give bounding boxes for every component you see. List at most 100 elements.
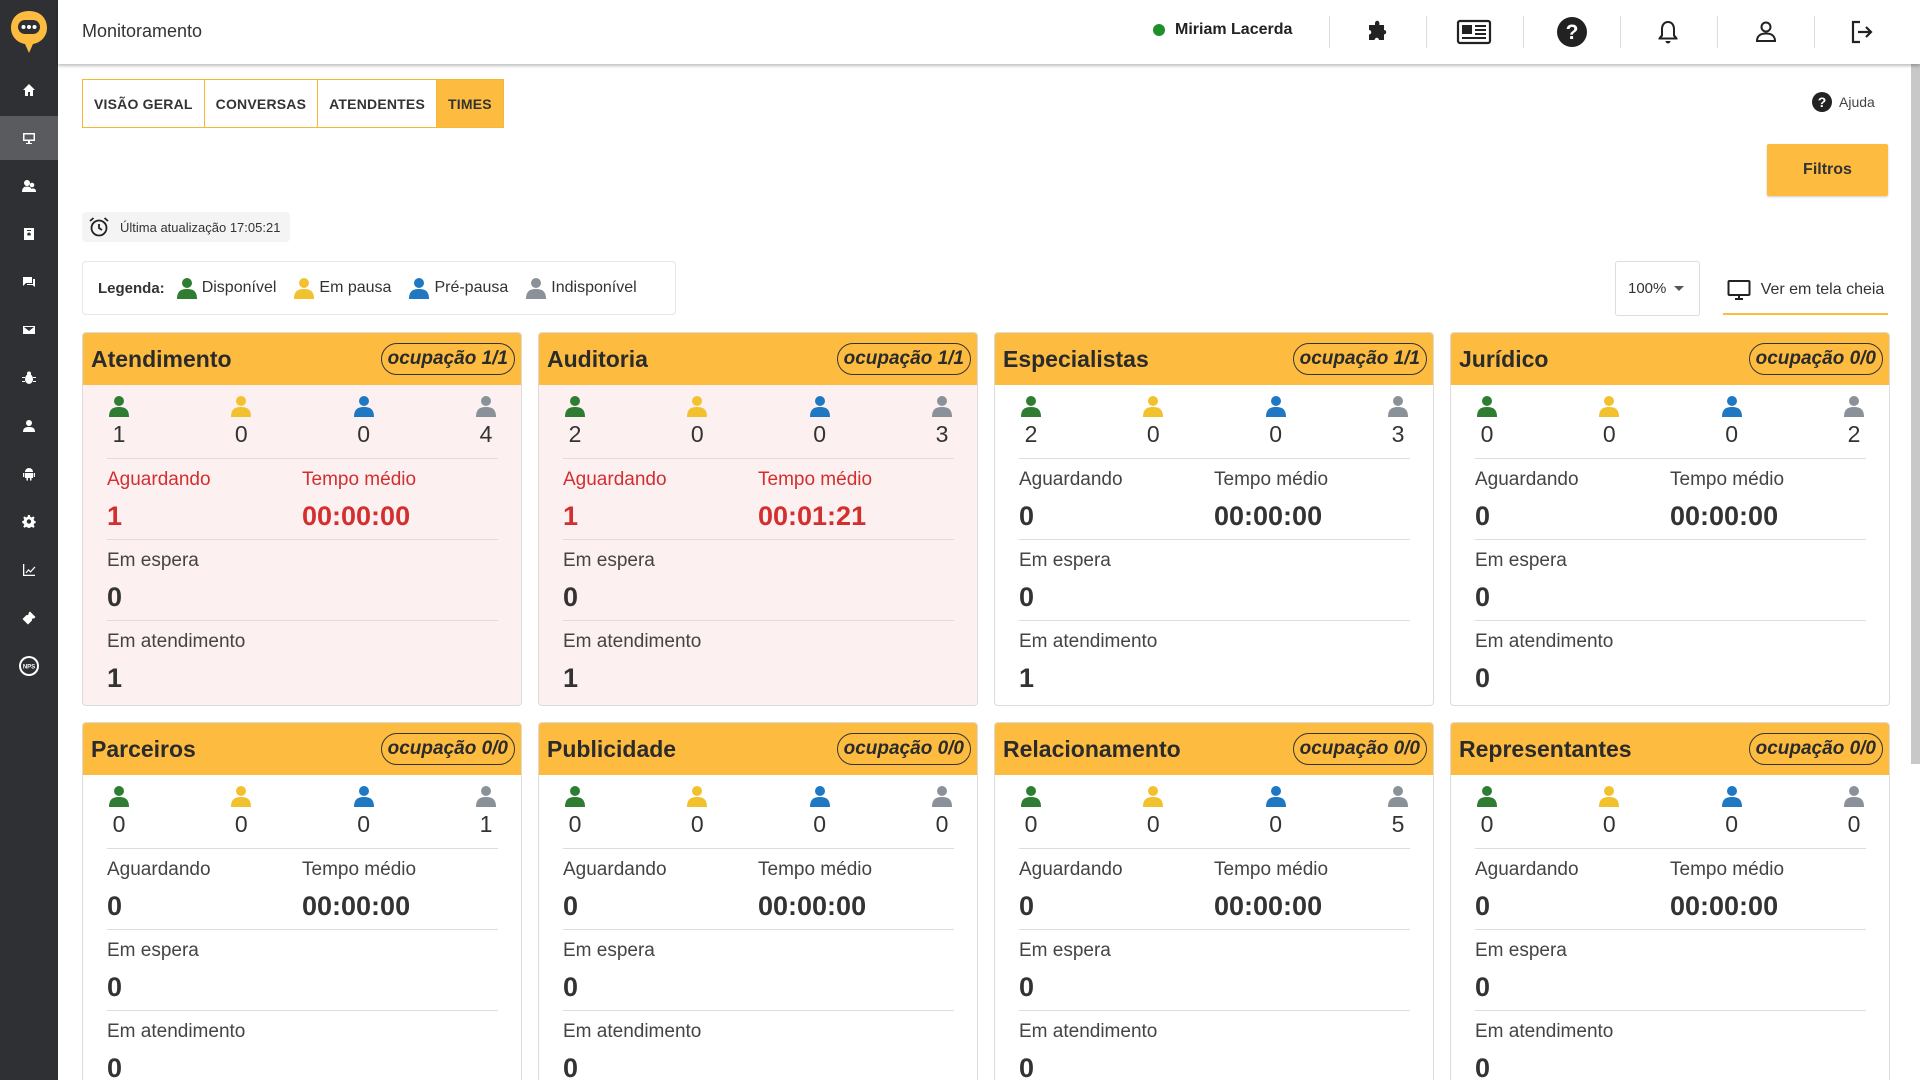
- agents-paused: 0: [1141, 395, 1165, 458]
- in-service-value: 0: [107, 1053, 123, 1080]
- sidebar-item-settings[interactable]: [0, 500, 58, 544]
- help-label: Ajuda: [1839, 94, 1875, 110]
- team-card-header: Auditoria ocupação 1/1: [539, 333, 977, 385]
- user-status[interactable]: Miriam Lacerda: [1153, 21, 1292, 39]
- zoom-select[interactable]: 100%: [1615, 261, 1700, 316]
- agents-unavailable-count: 5: [1391, 811, 1405, 837]
- legend-item-available: Disponível: [176, 277, 276, 299]
- team-card: Especialistas ocupação 1/1 2 0 0 3 Aguar…: [994, 332, 1434, 706]
- agent-status-counts: 2 0 0 3: [1019, 385, 1410, 459]
- alarm-clock-icon: [89, 217, 109, 237]
- avg-time-label: Tempo médio: [1214, 469, 1329, 490]
- sidebar-item-users[interactable]: [0, 404, 58, 448]
- on-hold-metric: Em espera 0: [107, 930, 302, 1010]
- user-available-icon: [1477, 396, 1497, 417]
- profile-button[interactable]: [1748, 14, 1784, 50]
- on-hold-label: Em espera: [563, 550, 655, 571]
- help-circle-button[interactable]: ?: [1554, 14, 1590, 50]
- in-service-metric: Em atendimento 0: [1475, 1011, 1670, 1080]
- in-service-value: 0: [1475, 663, 1491, 693]
- sidebar-item-bots[interactable]: [0, 452, 58, 496]
- help-link[interactable]: ? Ajuda: [1812, 92, 1875, 112]
- agents-available-count: 1: [112, 421, 126, 447]
- zoom-value: 100%: [1628, 280, 1667, 297]
- user-unavailable-icon: [1843, 786, 1864, 807]
- agents-unavailable-count: 4: [479, 421, 493, 447]
- sidebar-item-contacts[interactable]: [0, 164, 58, 208]
- on-hold-label: Em espera: [563, 940, 655, 961]
- monitor-outline-icon: [1727, 279, 1751, 300]
- page-scrollbar[interactable]: [1911, 64, 1920, 764]
- app-logo-icon[interactable]: [9, 9, 49, 55]
- agent-status-counts: 2 0 0 3: [563, 385, 954, 459]
- tab-overview[interactable]: VISÃO GERAL: [83, 80, 205, 127]
- filters-button[interactable]: Filtros: [1767, 144, 1888, 196]
- on-hold-label: Em espera: [1475, 940, 1567, 961]
- tab-agents[interactable]: ATENDENTES: [318, 80, 437, 127]
- agents-available-count: 0: [1024, 811, 1038, 837]
- agents-unavailable-count: 0: [1847, 811, 1861, 837]
- in-service-metric: Em atendimento 0: [107, 1011, 302, 1080]
- in-service-metric: Em atendimento 1: [563, 621, 758, 702]
- question-icon: ?: [1812, 92, 1832, 112]
- tab-teams[interactable]: TIMES: [437, 80, 503, 127]
- on-hold-row: Em espera 0: [1475, 930, 1866, 1011]
- waiting-label: Aguardando: [1019, 469, 1123, 490]
- team-card-body: 1 0 0 4 Aguardando 1 Tempo médio 00:00:0…: [83, 385, 521, 702]
- chat-icon: [23, 277, 35, 287]
- notifications-button[interactable]: [1650, 14, 1686, 50]
- waiting-label: Aguardando: [107, 469, 211, 490]
- agents-paused: 0: [1597, 785, 1621, 848]
- user-pre-pause-icon: [809, 396, 830, 417]
- team-card-header: Representantes ocupação 0/0: [1451, 723, 1889, 775]
- top-header: Monitoramento Miriam Lacerda ?: [58, 0, 1920, 64]
- sidebar-item-nps[interactable]: NPS: [0, 644, 58, 688]
- agents-available: 2: [1019, 395, 1043, 458]
- agents-pre-pause-count: 0: [1269, 421, 1283, 447]
- agent-status-counts: 0 0 0 5: [1019, 775, 1410, 849]
- sidebar-item-chat[interactable]: [0, 260, 58, 304]
- in-service-row: Em atendimento 0: [107, 1011, 498, 1080]
- agents-available-count: 0: [112, 811, 126, 837]
- news-button[interactable]: [1456, 14, 1492, 50]
- agents-available: 1: [107, 395, 131, 458]
- tab-conversations[interactable]: CONVERSAS: [205, 80, 319, 127]
- team-name: Atendimento: [91, 345, 232, 372]
- sidebar-item-bugs[interactable]: [0, 356, 58, 400]
- logout-button[interactable]: [1844, 14, 1880, 50]
- avg-time-metric: Tempo médio 00:01:21: [758, 459, 953, 539]
- waiting-metric: Aguardando 0: [1475, 459, 1670, 539]
- sidebar-item-monitoring[interactable]: [0, 116, 58, 160]
- on-hold-value: 0: [563, 972, 579, 1002]
- agents-available: 0: [107, 785, 131, 848]
- team-card: Atendimento ocupação 1/1 1 0 0 4 Aguarda…: [82, 332, 522, 706]
- in-service-value: 0: [563, 1053, 579, 1080]
- team-card: Parceiros ocupação 0/0 0 0 0 1 Aguardand…: [82, 722, 522, 1080]
- team-card: Publicidade ocupação 0/0 0 0 0 0 Aguarda…: [538, 722, 978, 1080]
- agents-unavailable-count: 3: [935, 421, 949, 447]
- page-title: Monitoramento: [82, 21, 203, 41]
- avg-time-value: 00:00:00: [1670, 501, 1779, 531]
- sidebar-item-tickets[interactable]: [0, 596, 58, 640]
- on-hold-row: Em espera 0: [107, 930, 498, 1011]
- sidebar-item-home[interactable]: [0, 68, 58, 112]
- waiting-label: Aguardando: [1475, 859, 1579, 880]
- legend-item-pre-pause: Pré-pausa: [409, 277, 508, 299]
- fullscreen-button[interactable]: Ver em tela cheia: [1723, 266, 1888, 315]
- agents-unavailable: 4: [474, 395, 498, 458]
- sidebar-item-reports[interactable]: [0, 548, 58, 592]
- user-icon: [23, 420, 35, 432]
- users-group-icon: [22, 180, 36, 192]
- agents-pre-pause: 0: [808, 395, 832, 458]
- fullscreen-label: Ver em tela cheia: [1760, 280, 1885, 298]
- on-hold-metric: Em espera 0: [1019, 930, 1214, 1010]
- on-hold-value: 0: [107, 972, 123, 1002]
- avg-time-metric: Tempo médio 00:00:00: [302, 849, 497, 929]
- team-card-header: Atendimento ocupação 1/1: [83, 333, 521, 385]
- in-service-label: Em atendimento: [563, 631, 702, 652]
- extensions-button[interactable]: [1360, 14, 1396, 50]
- header-divider: [1329, 16, 1330, 48]
- sidebar-item-agenda[interactable]: [0, 212, 58, 256]
- sidebar-item-email[interactable]: [0, 308, 58, 352]
- agents-available-count: 2: [1024, 421, 1038, 447]
